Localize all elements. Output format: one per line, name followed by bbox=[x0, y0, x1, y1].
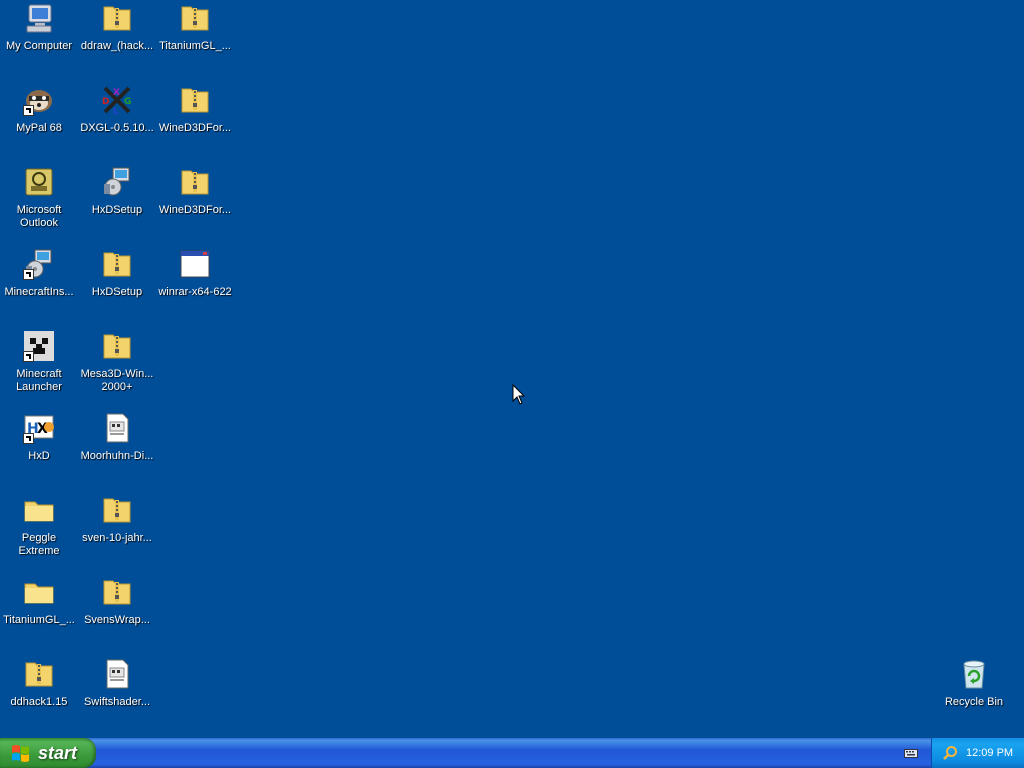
icon-label: HxDSetup bbox=[91, 286, 143, 298]
zip-folder-icon bbox=[179, 84, 211, 116]
installer-icon bbox=[23, 248, 55, 280]
icon-label: MyPal 68 bbox=[16, 122, 62, 134]
config-file-icon bbox=[101, 412, 133, 444]
application-window-icon bbox=[179, 248, 211, 280]
icon-label: WineD3DFor... bbox=[158, 122, 232, 134]
desktop-icon-sven[interactable]: sven-10-jahr... bbox=[78, 494, 156, 568]
desktop-icon-minecraft-installer[interactable]: MinecraftIns... bbox=[0, 248, 78, 322]
folder-icon bbox=[23, 494, 55, 526]
desktop-icon-titaniumgl-zip[interactable]: TitaniumGL_... bbox=[156, 2, 234, 76]
start-label: start bbox=[38, 742, 78, 763]
desktop-icon-swiftshader[interactable]: Swiftshader... bbox=[78, 658, 156, 732]
icon-label: HxD bbox=[28, 450, 50, 462]
icon-label: ddhack1.15 bbox=[10, 696, 68, 708]
dxgl-icon: X D G L bbox=[101, 84, 133, 117]
desktop-icon-minecraft-launcher[interactable]: Minecraft Launcher bbox=[0, 330, 78, 404]
svg-text:G: G bbox=[124, 97, 131, 107]
shortcut-arrow-icon bbox=[23, 433, 34, 444]
raccoon-icon bbox=[23, 84, 55, 116]
desktop-icon-hxdsetup-installer[interactable]: HxDSetup bbox=[78, 166, 156, 240]
shortcut-arrow-icon bbox=[23, 105, 34, 116]
icon-label: WineD3DFor... bbox=[158, 204, 232, 216]
icon-label: sven-10-jahr... bbox=[82, 532, 152, 544]
icon-label: Swiftshader... bbox=[83, 696, 151, 708]
icon-label: Moorhuhn-Di... bbox=[80, 450, 154, 462]
zip-folder-icon bbox=[23, 658, 55, 690]
shortcut-arrow-icon bbox=[23, 351, 34, 362]
desktop-icon-winrar[interactable]: winrar-x64-622 bbox=[156, 248, 234, 322]
icon-label: DXGL-0.5.10... bbox=[80, 122, 154, 134]
recycle-bin-icon bbox=[958, 658, 990, 690]
icon-label: TitaniumGL_... bbox=[159, 40, 231, 52]
icon-label: ddraw_(hack... bbox=[80, 40, 154, 52]
icon-label: TitaniumGL_... bbox=[3, 614, 75, 626]
system-tray: 12:09 PM bbox=[931, 738, 1024, 768]
icon-label: Recycle Bin bbox=[944, 696, 1004, 708]
start-button[interactable]: start bbox=[0, 738, 96, 768]
zip-folder-icon bbox=[179, 2, 211, 34]
creeper-icon bbox=[23, 330, 55, 362]
desktop-icon-titaniumgl-folder[interactable]: TitaniumGL_... bbox=[0, 576, 78, 650]
desktop-icon-dxgl[interactable]: X D G L DXGL-0.5.10... bbox=[78, 84, 156, 158]
zip-folder-icon bbox=[101, 494, 133, 526]
mouse-cursor-icon bbox=[512, 384, 526, 405]
desktop-icon-ddraw-hack[interactable]: ddraw_(hack... bbox=[78, 2, 156, 76]
svg-text:L: L bbox=[113, 107, 119, 116]
desktop-icon-ddhack[interactable]: ddhack1.15 bbox=[0, 658, 78, 732]
windows-logo-icon bbox=[12, 745, 29, 762]
zip-folder-icon bbox=[101, 2, 133, 34]
zip-folder-icon bbox=[101, 330, 133, 362]
icon-label: Minecraft Launcher bbox=[16, 368, 62, 393]
desktop-icon-mypal[interactable]: MyPal 68 bbox=[0, 84, 78, 158]
desktop-icon-peggle[interactable]: Peggle Extreme bbox=[0, 494, 78, 568]
desktop-icon-wined3d-1[interactable]: WineD3DFor... bbox=[156, 84, 234, 158]
desktop-icon-mesa3d[interactable]: Mesa3D-Win... 2000+ bbox=[78, 330, 156, 404]
icon-label: HxDSetup bbox=[91, 204, 143, 216]
icon-label: MinecraftIns... bbox=[4, 286, 74, 298]
svg-text:X: X bbox=[113, 88, 120, 98]
zip-folder-icon bbox=[101, 576, 133, 608]
shortcut-arrow-icon bbox=[23, 269, 34, 280]
svg-text:D: D bbox=[102, 97, 109, 107]
icon-label: My Computer bbox=[5, 40, 73, 52]
icon-label: Mesa3D-Win... 2000+ bbox=[80, 368, 154, 393]
desktop-icon-hxd[interactable]: H X HxD bbox=[0, 412, 78, 486]
folder-icon bbox=[23, 576, 55, 608]
config-file-icon bbox=[101, 658, 133, 690]
computer-icon bbox=[23, 2, 55, 34]
icon-label: SvensWrap... bbox=[84, 614, 150, 626]
hxd-icon: H X bbox=[23, 412, 55, 444]
icon-label: Microsoft Outlook bbox=[16, 204, 62, 229]
desktop-icon-my-computer[interactable]: My Computer bbox=[0, 2, 78, 76]
installer-icon bbox=[101, 166, 133, 198]
icon-label: Peggle Extreme bbox=[18, 532, 60, 557]
desktop-icon-hxdsetup-zip[interactable]: HxDSetup bbox=[78, 248, 156, 322]
desktop-icon-wined3d-2[interactable]: WineD3DFor... bbox=[156, 166, 234, 240]
search-icon[interactable] bbox=[942, 745, 958, 761]
desktop[interactable]: My Computer MyPal 68 Microsoft Outlook M… bbox=[0, 0, 1024, 738]
clock[interactable]: 12:09 PM bbox=[966, 747, 1013, 759]
desktop-icon-recycle-bin[interactable]: Recycle Bin bbox=[935, 658, 1013, 732]
desktop-icon-outlook[interactable]: Microsoft Outlook bbox=[0, 166, 78, 240]
desktop-icon-moorhuhn[interactable]: Moorhuhn-Di... bbox=[78, 412, 156, 486]
zip-folder-icon bbox=[101, 248, 133, 280]
desktop-icon-svenswrap[interactable]: SvensWrap... bbox=[78, 576, 156, 650]
icon-label: winrar-x64-622 bbox=[158, 286, 232, 298]
taskbar: start 12:09 PM bbox=[0, 738, 1024, 768]
outlook-icon bbox=[23, 166, 55, 198]
zip-folder-icon bbox=[179, 166, 211, 198]
keyboard-icon[interactable] bbox=[904, 747, 918, 759]
